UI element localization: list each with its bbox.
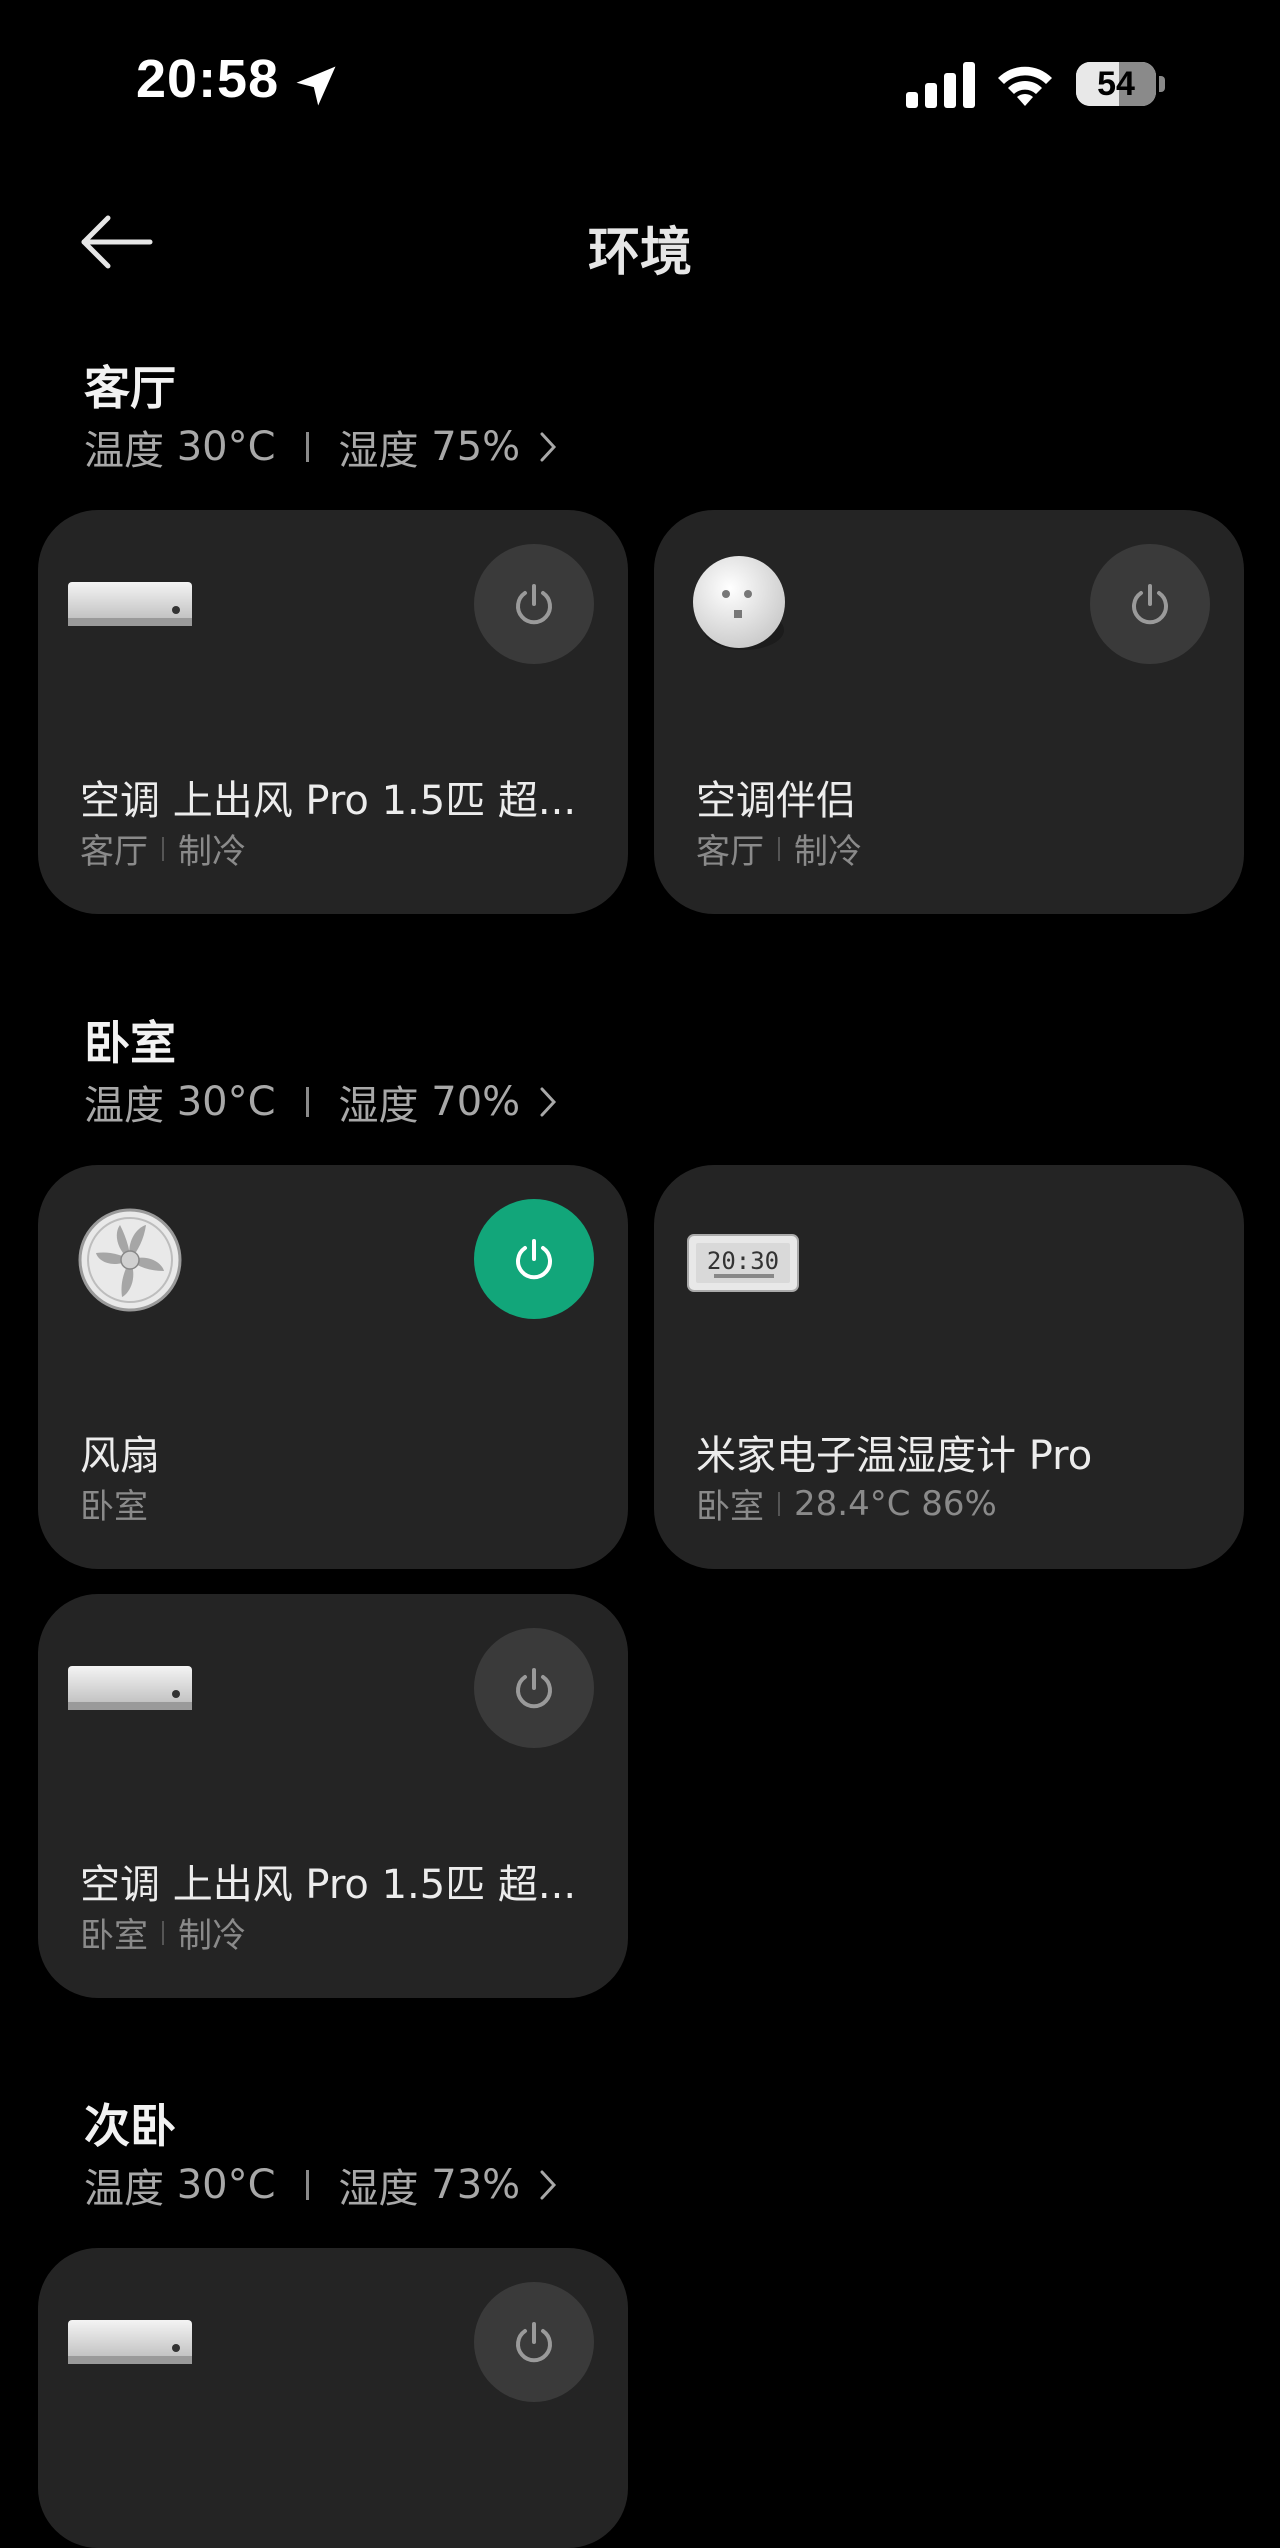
device-name: 风扇 <box>80 1433 160 1479</box>
temp-label: 温度 <box>84 428 164 474</box>
thermo-hygrometer-icon: 20:30 <box>687 1234 799 1292</box>
device-room: 卧室 <box>80 1487 148 1527</box>
room-title-living: 客厅 <box>84 361 176 415</box>
device-subtitle: 客厅 制冷 <box>80 824 246 873</box>
room-title-second-bedroom: 次卧 <box>84 2099 176 2153</box>
nav-bar: 环境 <box>0 190 1280 300</box>
power-icon <box>516 2322 552 2363</box>
humidity-value: 73% <box>431 2162 521 2208</box>
power-button[interactable] <box>474 1199 594 1319</box>
device-room: 卧室 <box>696 1487 764 1527</box>
air-conditioner-icon <box>68 1666 192 1710</box>
humidity-label: 湿度 <box>338 2166 419 2212</box>
device-room: 客厅 <box>696 832 764 872</box>
divider <box>305 1087 309 1117</box>
device-card-ac-companion[interactable]: 空调伴侣 客厅 制冷 <box>654 510 1244 914</box>
power-button[interactable] <box>1090 544 1210 664</box>
device-status: 28.4°C 86% <box>794 1483 997 1524</box>
power-button[interactable] <box>474 1628 594 1748</box>
temp-label: 温度 <box>84 1083 164 1129</box>
room-stats-living[interactable]: 温度 30°C 湿度 75% <box>84 418 558 476</box>
chevron-right-icon <box>540 2170 557 2200</box>
fan-icon <box>78 1208 182 1312</box>
battery-level-text: 54 <box>1097 65 1135 103</box>
device-card-thermo-hygrometer[interactable]: 20:30 米家电子温湿度计 Pro 卧室 28.4°C 86% <box>654 1165 1244 1569</box>
device-card-ac-living[interactable]: 空调 上出风 Pro 1.5匹 超... 客厅 制冷 <box>38 510 628 914</box>
battery-indicator: 54 <box>1076 62 1166 108</box>
room-stats-bedroom[interactable]: 温度 30°C 湿度 70% <box>84 1073 558 1131</box>
power-icon <box>516 1239 552 1280</box>
device-card-ac-bedroom[interactable]: 空调 上出风 Pro 1.5匹 超... 卧室 制冷 <box>38 1594 628 1998</box>
clock-display: 20:30 <box>707 1247 779 1275</box>
device-subtitle: 客厅 制冷 <box>696 824 862 873</box>
humidity-value: 75% <box>431 424 521 470</box>
device-name: 空调伴侣 <box>696 778 856 824</box>
device-room: 客厅 <box>80 832 148 872</box>
power-button[interactable] <box>474 544 594 664</box>
device-card-ac-second-bedroom[interactable] <box>38 2248 628 2548</box>
device-status: 制冷 <box>794 832 862 872</box>
page-title: 环境 <box>587 223 692 283</box>
device-name: 空调 上出风 Pro 1.5匹 超... <box>80 1862 577 1908</box>
cellular-signal-icon <box>906 62 975 108</box>
power-icon <box>516 584 552 625</box>
device-name: 空调 上出风 Pro 1.5匹 超... <box>80 778 577 824</box>
air-conditioner-icon <box>68 582 192 626</box>
location-arrow-icon <box>296 66 336 106</box>
device-status: 制冷 <box>178 1916 246 1956</box>
humidity-value: 70% <box>431 1079 521 1125</box>
air-conditioner-icon <box>68 2320 192 2364</box>
device-subtitle: 卧室 <box>80 1479 148 1528</box>
humidity-label: 湿度 <box>338 1083 419 1129</box>
room-title-bedroom: 卧室 <box>84 1016 176 1070</box>
divider <box>305 432 309 462</box>
humidity-label: 湿度 <box>338 428 419 474</box>
device-card-fan[interactable]: 风扇 卧室 <box>38 1165 628 1569</box>
temp-label: 温度 <box>84 2166 164 2212</box>
device-subtitle: 卧室 28.4°C 86% <box>696 1479 997 1528</box>
device-room: 卧室 <box>80 1916 148 1956</box>
status-time: 20:58 <box>136 49 280 109</box>
device-status: 制冷 <box>178 832 246 872</box>
temp-value: 30°C <box>176 2162 276 2208</box>
device-name: 米家电子温湿度计 Pro <box>696 1433 1093 1479</box>
device-subtitle: 卧室 制冷 <box>80 1908 246 1957</box>
status-bar: 20:58 54 <box>0 0 1280 170</box>
chevron-right-icon <box>540 1087 557 1117</box>
ac-companion-plug-icon <box>693 556 785 650</box>
wifi-icon <box>998 66 1052 106</box>
chevron-right-icon <box>540 432 557 462</box>
divider <box>305 2170 309 2200</box>
room-stats-second-bedroom[interactable]: 温度 30°C 湿度 73% <box>84 2156 558 2214</box>
power-button[interactable] <box>474 2282 594 2402</box>
temp-value: 30°C <box>176 1079 276 1125</box>
power-icon <box>1132 584 1168 625</box>
power-icon <box>516 1668 552 1709</box>
temp-value: 30°C <box>176 424 276 470</box>
